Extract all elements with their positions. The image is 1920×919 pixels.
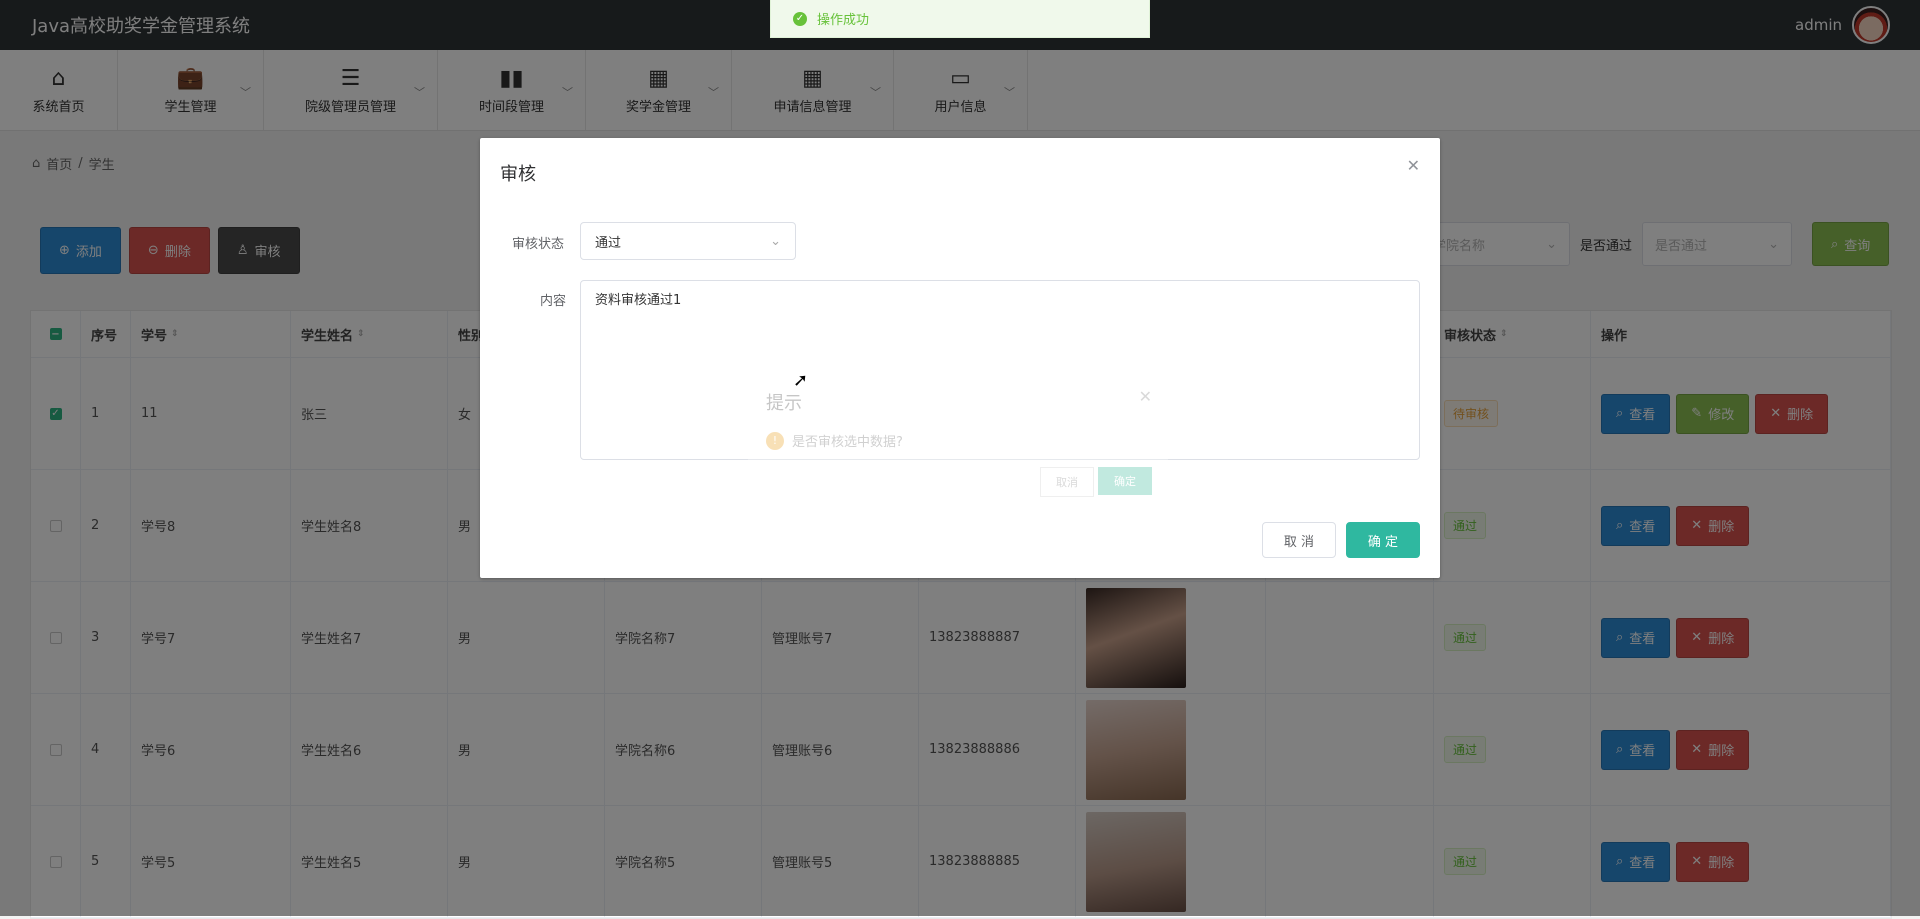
toast-message: 操作成功	[817, 13, 870, 28]
close-icon[interactable]: ✕	[1407, 156, 1420, 175]
success-toast: ✓ 操作成功	[770, 0, 1150, 38]
prompt-message: 是否审核选中数据?	[792, 435, 903, 450]
chevron-down-icon: ⌄	[770, 233, 781, 249]
status-label: 审核状态	[512, 237, 565, 252]
confirm-button[interactable]: 确 定	[1346, 522, 1420, 558]
review-dialog: 审核 ✕ 审核状态 通过 ⌄ 内容 资料审核通过1 取 消 确 定	[480, 138, 1440, 578]
content-label: 内容	[540, 294, 567, 309]
confirm-prompt: 提示 ✕ ! 是否审核选中数据? 取消 确定	[748, 375, 1168, 507]
close-icon: ✕	[1138, 387, 1152, 406]
cancel-button[interactable]: 取 消	[1262, 522, 1336, 558]
mouse-cursor-icon: ➚	[793, 370, 809, 391]
prompt-title: 提示	[766, 393, 802, 414]
warning-icon: !	[766, 431, 784, 450]
dialog-title: 审核	[500, 164, 536, 185]
status-select-value: 通过	[595, 235, 622, 251]
check-circle-icon: ✓	[793, 11, 807, 26]
prompt-cancel-button: 取消	[1040, 467, 1094, 497]
status-select[interactable]: 通过 ⌄	[580, 222, 796, 260]
prompt-confirm-button: 确定	[1098, 467, 1152, 495]
